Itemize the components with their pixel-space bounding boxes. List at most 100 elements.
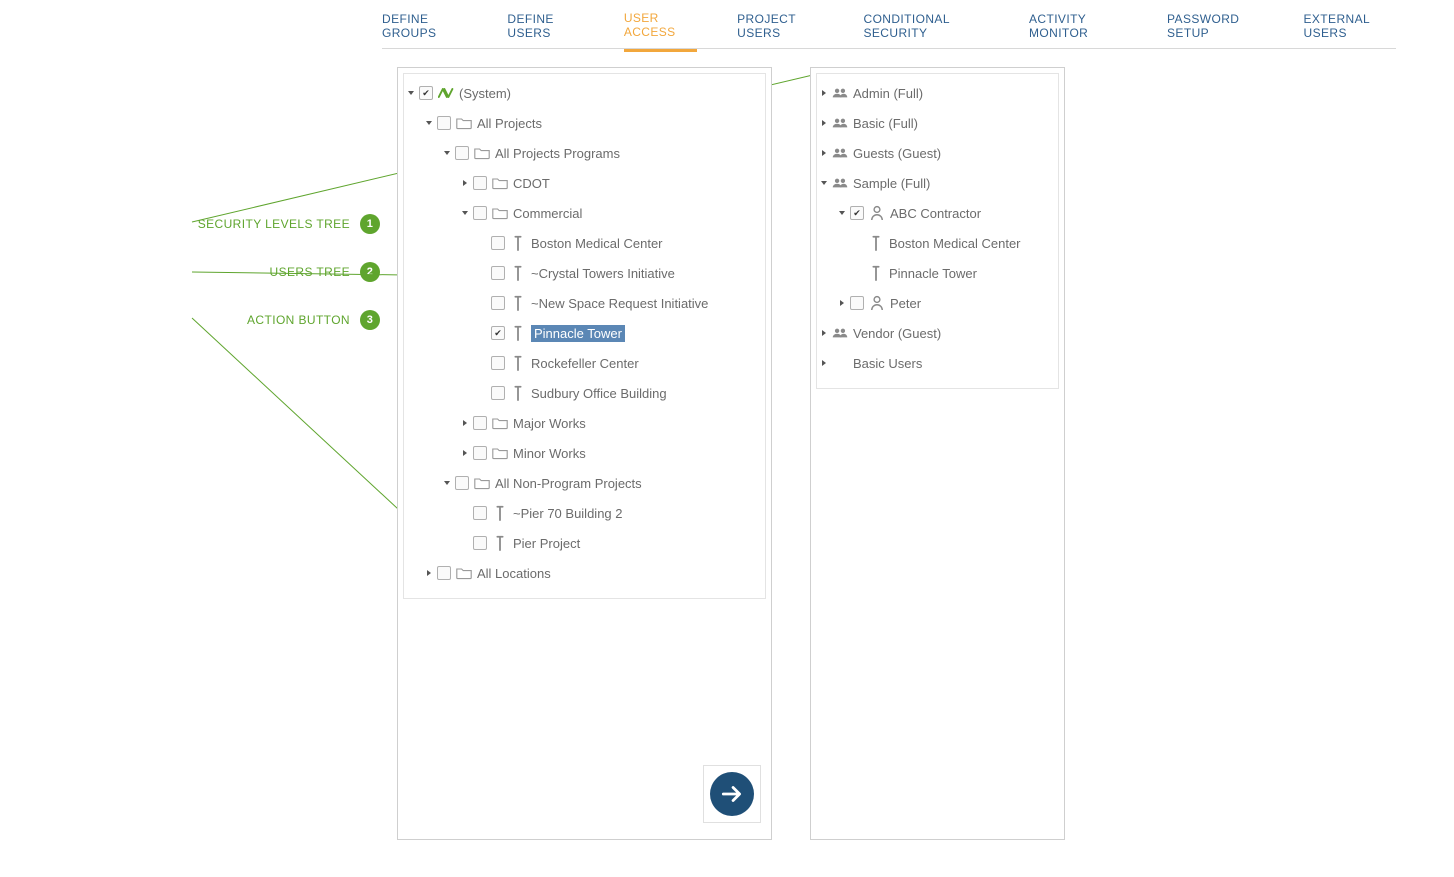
tree-checkbox[interactable] [473, 506, 487, 520]
proj-icon [510, 385, 526, 401]
tab-password-setup[interactable]: PASSWORD SETUP [1167, 12, 1263, 50]
tree-node-label: Basic (Full) [853, 116, 918, 131]
tree-node[interactable]: Peter [819, 288, 1056, 318]
tree-node-label: Sample (Full) [853, 176, 930, 191]
expand-icon[interactable] [819, 358, 829, 368]
tab-external-users[interactable]: EXTERNAL USERS [1304, 12, 1396, 50]
tree-checkbox[interactable] [850, 296, 864, 310]
collapse-icon[interactable] [442, 148, 452, 158]
tree-node[interactable]: Commercial [406, 198, 763, 228]
tree-node[interactable]: ~Pier 70 Building 2 [406, 498, 763, 528]
tree-node[interactable]: All Projects [406, 108, 763, 138]
expand-icon[interactable] [424, 568, 434, 578]
users-tree-panel: Admin (Full) Basic (Full) Guests (Guest) Sa… [810, 67, 1065, 840]
tree-checkbox[interactable] [473, 536, 487, 550]
tree-spacer [478, 238, 488, 248]
tree-node-label: Boston Medical Center [889, 236, 1021, 251]
tree-checkbox[interactable] [491, 296, 505, 310]
expand-icon[interactable] [819, 328, 829, 338]
tab-activity-monitor[interactable]: ACTIVITY MONITOR [1029, 12, 1127, 50]
tree-node-label: Boston Medical Center [531, 236, 663, 251]
tab-conditional-security[interactable]: CONDITIONAL SECURITY [864, 12, 990, 50]
tree-node[interactable]: All Non-Program Projects [406, 468, 763, 498]
expand-icon[interactable] [819, 118, 829, 128]
tree-node[interactable]: CDOT [406, 168, 763, 198]
tree-checkbox[interactable] [455, 146, 469, 160]
tree-node-label: Peter [890, 296, 921, 311]
tree-checkbox[interactable] [473, 416, 487, 430]
expand-icon[interactable] [460, 418, 470, 428]
tree-checkbox[interactable] [437, 566, 451, 580]
tree-node[interactable]: Admin (Full) [819, 78, 1056, 108]
tree-node-label: CDOT [513, 176, 550, 191]
tree-spacer [855, 268, 865, 278]
expand-icon[interactable] [819, 88, 829, 98]
tree-checkbox[interactable] [455, 476, 469, 490]
tree-node[interactable]: Boston Medical Center [819, 228, 1056, 258]
folder-icon [456, 115, 472, 131]
tree-checkbox[interactable] [437, 116, 451, 130]
tree-node[interactable]: All Projects Programs [406, 138, 763, 168]
proj-icon [510, 355, 526, 371]
collapse-icon[interactable] [442, 478, 452, 488]
group-icon [832, 115, 848, 131]
tree-checkbox[interactable] [491, 326, 505, 340]
tree-checkbox[interactable] [473, 176, 487, 190]
tree-checkbox[interactable] [419, 86, 433, 100]
tab-define-groups[interactable]: DEFINE GROUPS [382, 12, 467, 50]
tree-node[interactable]: Sudbury Office Building [406, 378, 763, 408]
tab-define-users[interactable]: DEFINE USERS [507, 12, 583, 50]
tree-checkbox[interactable] [491, 356, 505, 370]
tab-project-users[interactable]: PROJECT USERS [737, 12, 823, 50]
tree-checkbox[interactable] [473, 446, 487, 460]
tree-node[interactable]: Boston Medical Center [406, 228, 763, 258]
tree-node[interactable]: Pier Project [406, 528, 763, 558]
tree-node[interactable]: ~New Space Request Initiative [406, 288, 763, 318]
collapse-icon[interactable] [819, 178, 829, 188]
tree-node-label: Guests (Guest) [853, 146, 941, 161]
security-levels-tree[interactable]: (System)All ProjectsAll Projects Program… [403, 73, 766, 599]
security-levels-tree-panel: (System)All ProjectsAll Projects Program… [397, 67, 772, 840]
collapse-icon[interactable] [837, 208, 847, 218]
tree-node-label: Commercial [513, 206, 582, 221]
tree-node[interactable]: Vendor (Guest) [819, 318, 1056, 348]
tree-node[interactable]: Basic Users [819, 348, 1056, 378]
tree-spacer [478, 358, 488, 368]
tree-node[interactable]: Major Works [406, 408, 763, 438]
collapse-icon[interactable] [406, 88, 416, 98]
tree-node[interactable]: Rockefeller Center [406, 348, 763, 378]
users-tree[interactable]: Admin (Full) Basic (Full) Guests (Guest) Sa… [816, 73, 1059, 389]
tree-node[interactable]: ABC Contractor [819, 198, 1056, 228]
collapse-icon[interactable] [460, 208, 470, 218]
tree-node-label: Pier Project [513, 536, 580, 551]
assign-action-button[interactable] [703, 765, 761, 823]
tree-node[interactable]: Guests (Guest) [819, 138, 1056, 168]
tree-checkbox[interactable] [850, 206, 864, 220]
callout-2: USERS TREE2 [0, 262, 380, 282]
tree-checkbox[interactable] [473, 206, 487, 220]
tree-checkbox[interactable] [491, 386, 505, 400]
tree-node[interactable]: (System) [406, 78, 763, 108]
tree-node[interactable]: Pinnacle Tower [406, 318, 763, 348]
tree-node[interactable]: Pinnacle Tower [819, 258, 1056, 288]
tree-node[interactable]: Minor Works [406, 438, 763, 468]
expand-icon[interactable] [819, 148, 829, 158]
none-icon [832, 355, 848, 371]
tree-node[interactable]: ~Crystal Towers Initiative [406, 258, 763, 288]
tree-node[interactable]: Sample (Full) [819, 168, 1056, 198]
collapse-icon[interactable] [424, 118, 434, 128]
expand-icon[interactable] [460, 178, 470, 188]
tree-node-label: Pinnacle Tower [889, 266, 977, 281]
tree-checkbox[interactable] [491, 236, 505, 250]
folder-icon [492, 445, 508, 461]
tree-node-label: Vendor (Guest) [853, 326, 941, 341]
tree-node[interactable]: Basic (Full) [819, 108, 1056, 138]
user-icon [869, 205, 885, 221]
tree-checkbox[interactable] [491, 266, 505, 280]
tree-node[interactable]: All Locations [406, 558, 763, 588]
tab-user-access[interactable]: USER ACCESS [624, 11, 697, 52]
folder-icon [492, 205, 508, 221]
folder-icon [492, 415, 508, 431]
expand-icon[interactable] [460, 448, 470, 458]
expand-icon[interactable] [837, 298, 847, 308]
